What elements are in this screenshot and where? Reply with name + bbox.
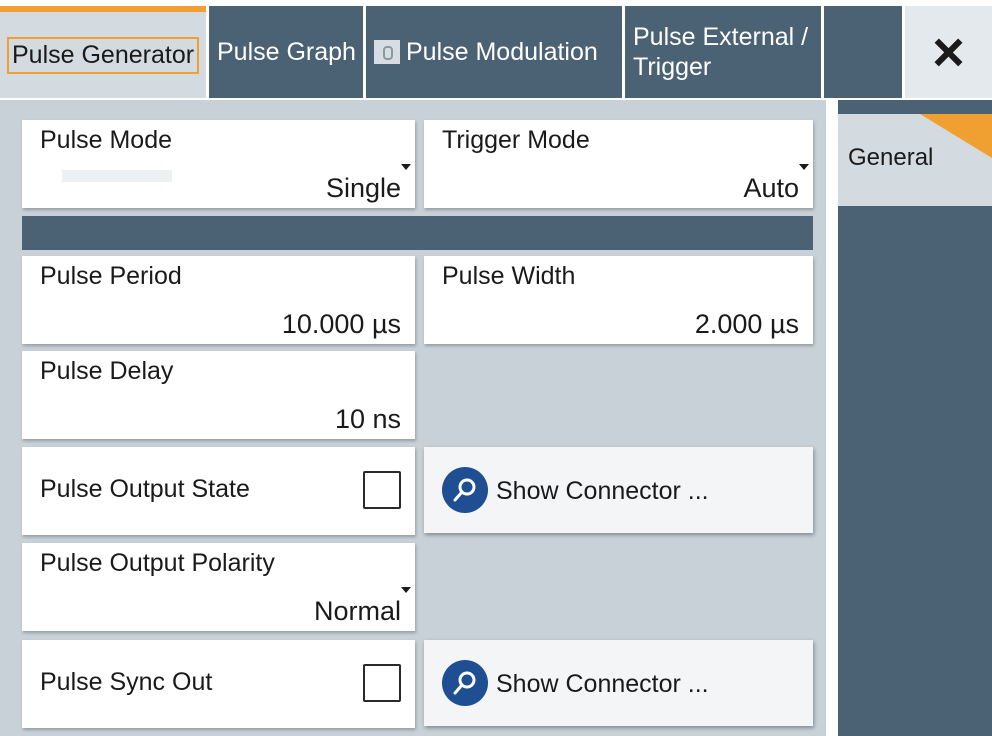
pulse-output-polarity-label: Pulse Output Polarity <box>40 549 275 577</box>
tab-label: Pulse Graph <box>217 37 356 66</box>
field-placeholder <box>62 170 172 182</box>
pulse-sync-out-label: Pulse Sync Out <box>40 668 213 696</box>
close-icon[interactable]: × <box>905 6 992 98</box>
pulse-output-state-row: Pulse Output State <box>22 447 415 535</box>
tab-pulse-external-trigger[interactable]: Pulse External / Trigger <box>625 6 821 98</box>
pulse-sync-out-row: Pulse Sync Out <box>22 640 415 728</box>
tab-pulse-generator[interactable]: Pulse Generator <box>0 6 206 98</box>
pulse-mode-label: Pulse Mode <box>40 126 173 154</box>
show-connector-label: Show Connector ... <box>496 670 709 698</box>
tab-label: Pulse Modulation <box>406 37 598 66</box>
trigger-mode-value: Auto <box>743 173 799 203</box>
pulse-sync-out-checkbox[interactable] <box>363 664 401 702</box>
show-connector-button[interactable]: Show Connector ... <box>424 640 813 726</box>
search-icon <box>442 660 488 706</box>
trigger-mode-select[interactable]: Trigger Mode Auto <box>424 120 813 208</box>
pulse-period-value: 10.000 µs <box>281 309 401 339</box>
state-toggle-icon[interactable] <box>374 40 400 64</box>
pulse-mode-select[interactable]: Pulse Mode Single <box>22 120 415 208</box>
show-connector-label: Show Connector ... <box>496 477 709 505</box>
tab-label: Pulse External / Trigger <box>633 23 809 81</box>
side-tab-general[interactable]: General <box>838 114 992 206</box>
show-connector-button[interactable]: Show Connector ... <box>424 447 813 533</box>
pulse-width-value: 2.000 µs <box>694 309 799 339</box>
tab-empty <box>824 6 902 98</box>
side-tab-label: General <box>848 144 934 171</box>
tab-label: Pulse Generator <box>7 36 200 74</box>
pulse-output-state-label: Pulse Output State <box>40 475 250 503</box>
pulse-output-polarity-select[interactable]: Pulse Output Polarity Normal <box>22 543 415 631</box>
pulse-width-label: Pulse Width <box>442 262 576 290</box>
dropdown-arrow-icon <box>401 164 411 170</box>
pulse-period-field[interactable]: Pulse Period 10.000 µs <box>22 256 415 344</box>
trigger-mode-label: Trigger Mode <box>442 126 590 154</box>
tab-pulse-graph[interactable]: Pulse Graph <box>209 6 363 98</box>
pulse-mode-value: Single <box>325 173 401 203</box>
section-separator <box>22 216 813 250</box>
search-icon <box>442 467 488 513</box>
pulse-width-field[interactable]: Pulse Width 2.000 µs <box>424 256 813 344</box>
pulse-period-label: Pulse Period <box>40 262 182 290</box>
dropdown-arrow-icon <box>799 164 809 170</box>
pulse-delay-value: 10 ns <box>334 404 401 434</box>
pulse-output-state-checkbox[interactable] <box>363 471 401 509</box>
tab-bar: Pulse Generator Pulse Graph Pulse Modula… <box>0 0 992 100</box>
pulse-delay-field[interactable]: Pulse Delay 10 ns <box>22 351 415 439</box>
pulse-delay-label: Pulse Delay <box>40 357 174 385</box>
dropdown-arrow-icon <box>401 587 411 593</box>
panel-divider <box>826 100 838 736</box>
pulse-output-polarity-value: Normal <box>313 596 401 626</box>
tab-pulse-modulation[interactable]: Pulse Modulation <box>366 6 622 98</box>
